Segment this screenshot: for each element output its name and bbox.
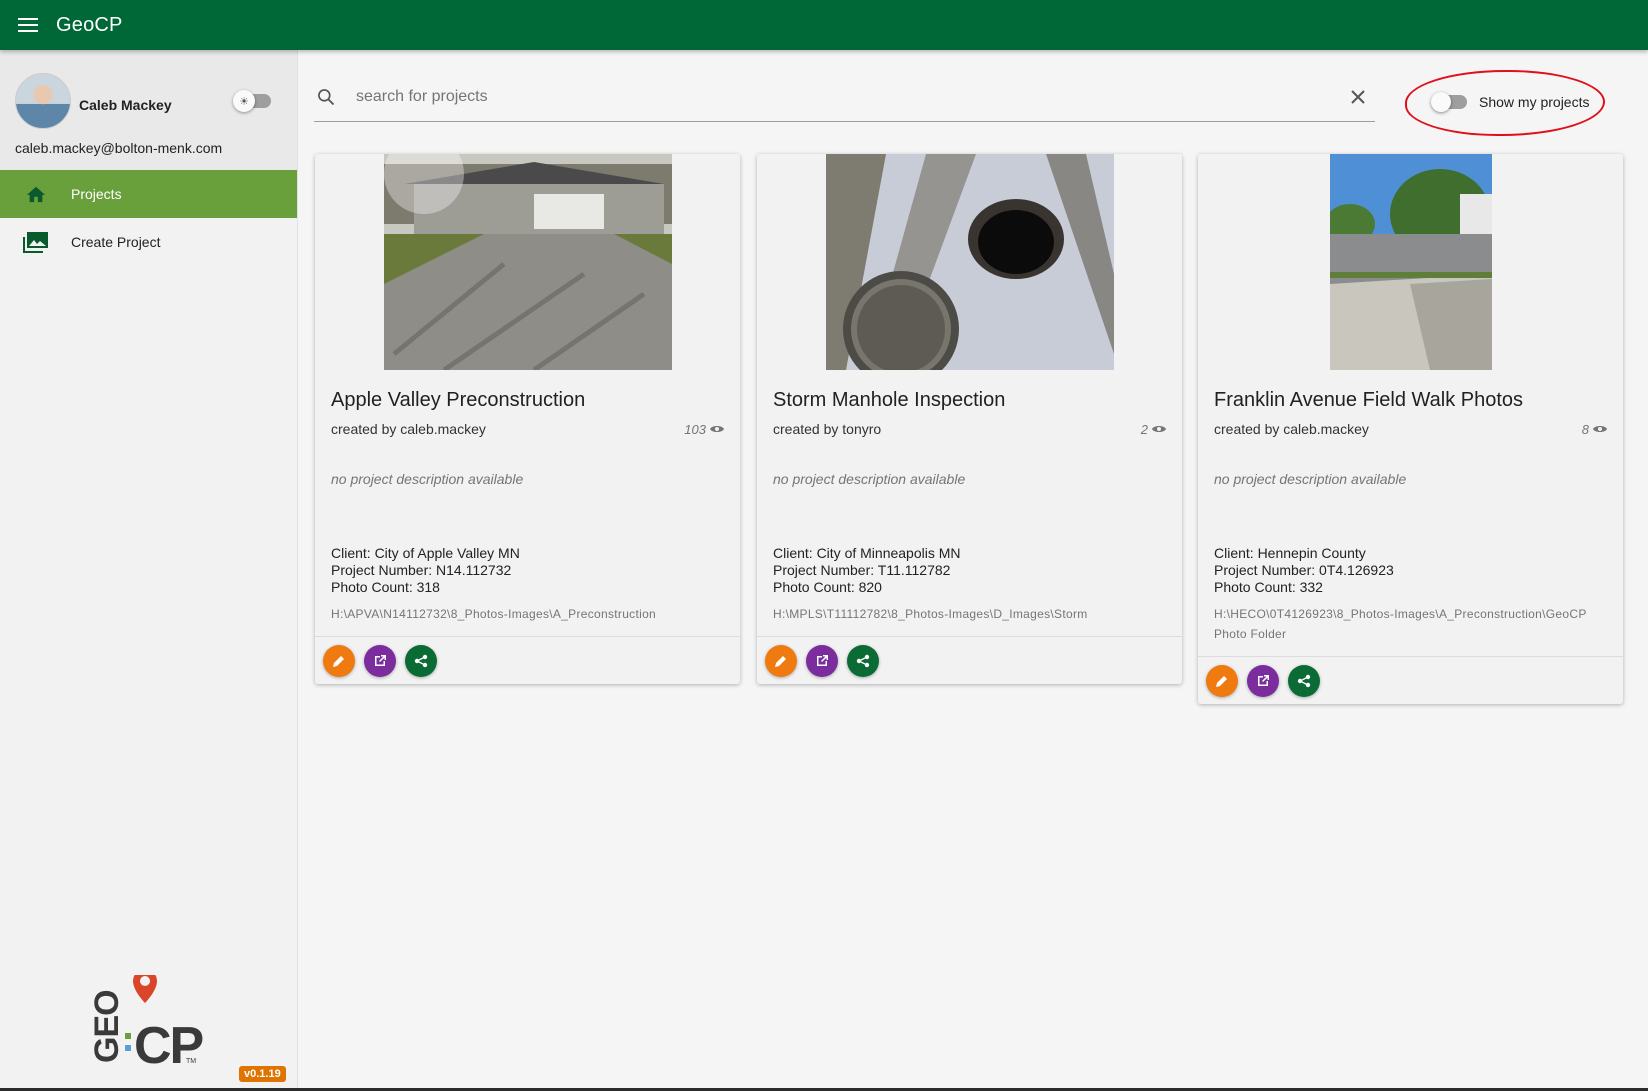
project-description: no project description available xyxy=(331,471,524,487)
view-count: 2 xyxy=(1141,421,1166,437)
project-creator: created by caleb.mackey xyxy=(1214,421,1369,437)
open-button[interactable] xyxy=(1247,664,1279,697)
user-profile: Caleb Mackey ☀ caleb.mackey@bolton-menk.… xyxy=(0,50,297,170)
edit-button[interactable] xyxy=(1206,664,1238,697)
project-number: Project Number: 0T4.126923 xyxy=(1214,562,1394,578)
sun-icon: ☀ xyxy=(233,90,255,112)
project-description: no project description available xyxy=(773,471,966,487)
project-client: Client: Hennepin County xyxy=(1214,545,1366,561)
open-button[interactable] xyxy=(806,644,838,677)
show-my-projects-toggle: Show my projects xyxy=(1405,70,1605,136)
edit-button[interactable] xyxy=(323,644,355,677)
project-creator: created by caleb.mackey xyxy=(331,421,486,437)
share-icon xyxy=(414,654,428,667)
open-in-new-icon xyxy=(817,654,828,666)
project-number: Project Number: T11.112782 xyxy=(773,562,951,578)
project-title[interactable]: Franklin Avenue Field Walk Photos xyxy=(1214,389,1607,415)
pencil-icon xyxy=(333,655,344,667)
sidebar-item-label: Projects xyxy=(71,186,122,202)
show-my-projects-label: Show my projects xyxy=(1479,94,1590,110)
menu-icon[interactable] xyxy=(0,0,56,50)
eye-icon xyxy=(710,426,724,432)
photo-count: Photo Count: 318 xyxy=(331,579,440,595)
project-number: Project Number: N14.112732 xyxy=(331,562,512,578)
eye-icon xyxy=(1593,426,1607,432)
svg-text:TM: TM xyxy=(186,1058,196,1065)
close-icon[interactable] xyxy=(1343,82,1373,112)
project-card: Storm Manhole Inspection created by tony… xyxy=(757,154,1182,684)
view-count: 8 xyxy=(1582,421,1607,437)
open-button[interactable] xyxy=(364,644,396,677)
eye-icon xyxy=(1152,426,1166,432)
card-actions xyxy=(1198,656,1623,704)
share-button[interactable] xyxy=(1288,664,1320,697)
open-in-new-icon xyxy=(1258,674,1269,686)
project-client: Client: City of Apple Valley MN xyxy=(331,545,520,561)
sidebar: Caleb Mackey ☀ caleb.mackey@bolton-menk.… xyxy=(0,50,298,1091)
project-card: Apple Valley Preconstruction created by … xyxy=(315,154,740,684)
app-bar: GeoCP xyxy=(0,0,1648,50)
photo-library-icon xyxy=(0,231,71,253)
photo-count: Photo Count: 332 xyxy=(1214,579,1323,595)
svg-text:GEO: GEO xyxy=(88,990,126,1063)
view-count: 103 xyxy=(684,421,724,437)
project-photo[interactable] xyxy=(757,154,1182,370)
home-icon xyxy=(0,184,71,204)
open-in-new-icon xyxy=(375,654,386,666)
search-icon xyxy=(316,87,346,107)
project-path: H:\APVA\N14112732\8_Photos-Images\A_Prec… xyxy=(331,607,657,621)
theme-toggle[interactable]: ☀ xyxy=(233,90,271,112)
project-photo[interactable] xyxy=(315,154,740,370)
share-icon xyxy=(1297,674,1311,687)
sidebar-item-create-project[interactable]: Create Project xyxy=(0,218,297,266)
pencil-icon xyxy=(1216,675,1227,687)
share-icon xyxy=(856,654,870,667)
sidebar-item-label: Create Project xyxy=(71,234,161,250)
project-description: no project description available xyxy=(1214,471,1407,487)
photo-count: Photo Count: 820 xyxy=(773,579,882,595)
app-title: GeoCP xyxy=(56,13,123,36)
show-my-projects-switch[interactable] xyxy=(1431,92,1467,112)
search-input[interactable] xyxy=(346,87,1343,106)
card-actions xyxy=(315,636,740,684)
version-badge: v0.1.19 xyxy=(239,1066,286,1082)
pencil-icon xyxy=(775,655,786,667)
sidebar-item-projects[interactable]: Projects xyxy=(0,170,297,218)
edit-button[interactable] xyxy=(765,644,797,677)
geocp-logo: GEO CP TM xyxy=(88,975,205,1070)
card-actions xyxy=(757,636,1182,684)
project-photo[interactable] xyxy=(1198,154,1623,370)
project-path: H:\MPLS\T11112782\8_Photos-Images\D_Imag… xyxy=(773,607,1088,621)
user-name: Caleb Mackey xyxy=(79,97,172,113)
project-title[interactable]: Storm Manhole Inspection xyxy=(773,389,1166,415)
avatar xyxy=(15,73,71,129)
user-email: caleb.mackey@bolton-menk.com xyxy=(15,140,223,156)
search-bar xyxy=(314,72,1375,122)
project-path: H:\HECO\0T4126923\8_Photos-Images\A_Prec… xyxy=(1214,607,1587,641)
project-client: Client: City of Minneapolis MN xyxy=(773,545,961,561)
project-creator: created by tonyro xyxy=(773,421,882,437)
project-title[interactable]: Apple Valley Preconstruction xyxy=(331,389,724,415)
project-card: Franklin Avenue Field Walk Photos create… xyxy=(1198,154,1623,704)
share-button[interactable] xyxy=(847,644,879,677)
share-button[interactable] xyxy=(405,644,437,677)
